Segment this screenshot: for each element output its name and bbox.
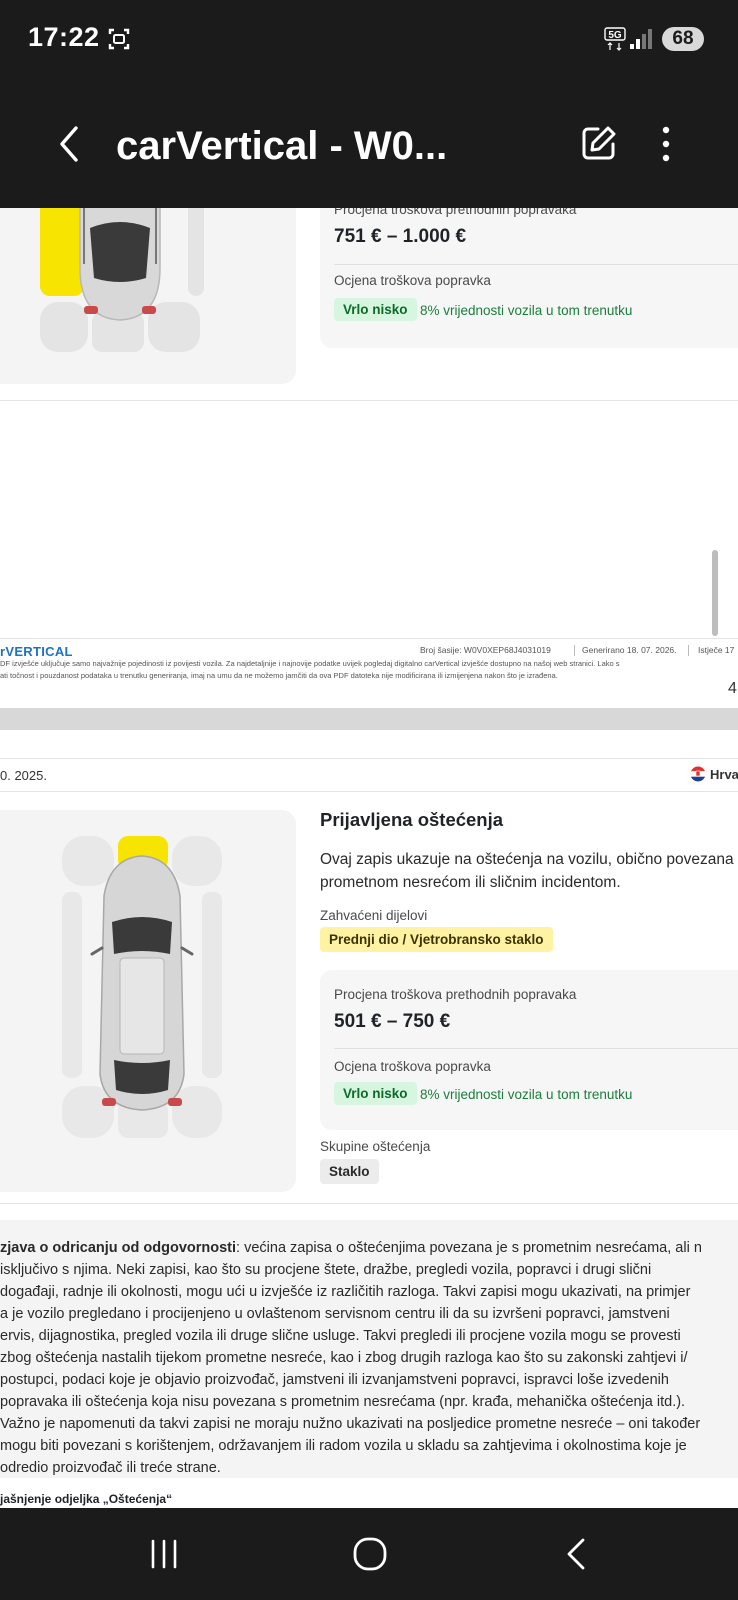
battery-indicator: 68 <box>662 27 704 51</box>
home-icon[interactable] <box>352 1536 388 1572</box>
edit-icon[interactable] <box>580 124 618 162</box>
damage-description: prometnom nesrećom ili sličnim incidento… <box>320 874 621 891</box>
disclaimer-first-line: : većina zapisa o oštećenjima povezana j… <box>236 1240 702 1256</box>
app-title: carVertical - W0... <box>116 124 448 168</box>
page-number: 4 <box>728 680 737 697</box>
app-bar: carVertical - W0... <box>0 80 738 208</box>
screenshot-icon <box>108 28 130 50</box>
disclaimer-line: popravaka ili oštećenja koja nisu poveza… <box>0 1394 686 1410</box>
disclaimer-line: Važno je napomenuti da takvi zapisi ne m… <box>0 1416 701 1432</box>
page-break <box>0 708 738 730</box>
carvertical-logo: rVERTICAL <box>0 644 73 659</box>
nav-back-icon[interactable] <box>564 1537 588 1571</box>
footer-separator <box>574 645 575 656</box>
disclaimer-line: a je vozilo pregledano i procijenjeno u … <box>0 1306 670 1322</box>
repair-cost-rating-label: Ocjena troškova popravka <box>334 1059 491 1074</box>
car-damage-diagram <box>62 836 222 1138</box>
disclaimer-line: odredio proizvođač ili treće strane. <box>0 1460 221 1476</box>
scrollbar-thumb[interactable] <box>712 550 718 636</box>
footer-note: DF izvješće uključuje samo najvažnije po… <box>0 659 620 668</box>
damage-section-title: Prijavljena oštećenja <box>320 809 504 830</box>
footer-vin: Broj šasije: W0V0XEP68J4031019 <box>420 645 551 655</box>
car-diagram-panel <box>0 810 296 1192</box>
report-date: 0. 2025. <box>0 768 47 783</box>
section-divider <box>0 1203 738 1204</box>
report-country: Hrva <box>710 767 738 782</box>
rating-badge: Vrlo nisko <box>334 298 417 321</box>
car-diagram-panel <box>0 208 296 384</box>
status-bar: 17:22 5G 68 <box>0 0 738 80</box>
rating-badge: Vrlo nisko <box>334 1082 417 1105</box>
disclaimer-line: mogu biti povezani s korištenjem, održav… <box>0 1438 687 1454</box>
footer-expires: Istječe 17 <box>698 645 735 655</box>
system-nav-bar <box>0 1508 738 1600</box>
previous-repair-cost: 501 € – 750 € <box>334 1011 451 1032</box>
disclaimer-line: ervis, dijagnostika, pregled vozila ili … <box>0 1328 681 1344</box>
previous-repair-cost-label: Procjena troškova prethodnih popravaka <box>334 208 577 217</box>
network-5g-icon: 5G <box>604 27 626 51</box>
footer-divider <box>0 638 738 639</box>
footer-generated: Generirano 18. 07. 2026. <box>582 645 677 655</box>
previous-repair-cost: 751 € – 1.000 € <box>334 226 467 247</box>
section-explanation-heading: jašnjenje odjeljka „Oštećenja“ <box>0 1492 173 1506</box>
previous-repair-cost-label: Procjena troškova prethodnih popravaka <box>334 987 577 1002</box>
damage-group-badge: Staklo <box>320 1159 379 1184</box>
section-divider <box>0 400 738 401</box>
svg-text:5G: 5G <box>608 30 622 41</box>
affected-part-badge: Prednji dio / Vjetrobransko staklo <box>320 927 553 952</box>
disclaimer-line: isključivo s njima. Neki zapisi, kao što… <box>0 1262 652 1278</box>
divider <box>334 264 738 265</box>
signal-icon <box>630 29 652 49</box>
more-vertical-icon[interactable] <box>654 124 678 164</box>
status-time: 17:22 <box>28 22 100 52</box>
header-divider <box>0 791 738 792</box>
recent-apps-icon[interactable] <box>148 1538 180 1570</box>
disclaimer-text: zjava o odricanju od odgovornosti: većin… <box>0 1238 702 1258</box>
rating-note: 8% vrijednosti vozila u tom trenutku <box>420 303 633 318</box>
back-arrow-icon[interactable] <box>54 122 84 166</box>
rating-note: 8% vrijednosti vozila u tom trenutku <box>420 1087 633 1102</box>
disclaimer-line: postupci, podaci koje je objavio proizvo… <box>0 1372 669 1388</box>
affected-parts-label: Zahvaćeni dijelovi <box>320 908 428 923</box>
car-damage-diagram <box>40 208 204 352</box>
damage-groups-label: Skupine oštećenja <box>320 1139 431 1154</box>
header-divider <box>0 758 738 759</box>
croatia-flag-icon <box>690 766 706 782</box>
disclaimer-line: zbog oštećenja nastalih tijekom prometne… <box>0 1350 688 1366</box>
pdf-viewer-content[interactable]: Procjena troškova prethodnih popravaka 7… <box>0 208 738 1508</box>
damage-description: Ovaj zapis ukazuje na oštećenja na vozil… <box>320 851 734 868</box>
disclaimer-line: događaji, radnje ili okolnosti, mogu ući… <box>0 1284 691 1300</box>
footer-note: ati točnost i pouzdanost podataka u tren… <box>0 671 558 680</box>
divider <box>334 1048 738 1049</box>
repair-cost-rating-label: Ocjena troškova popravka <box>334 273 491 288</box>
disclaimer-heading: zjava o odricanju od odgovornosti <box>0 1240 237 1256</box>
footer-separator <box>688 645 689 656</box>
